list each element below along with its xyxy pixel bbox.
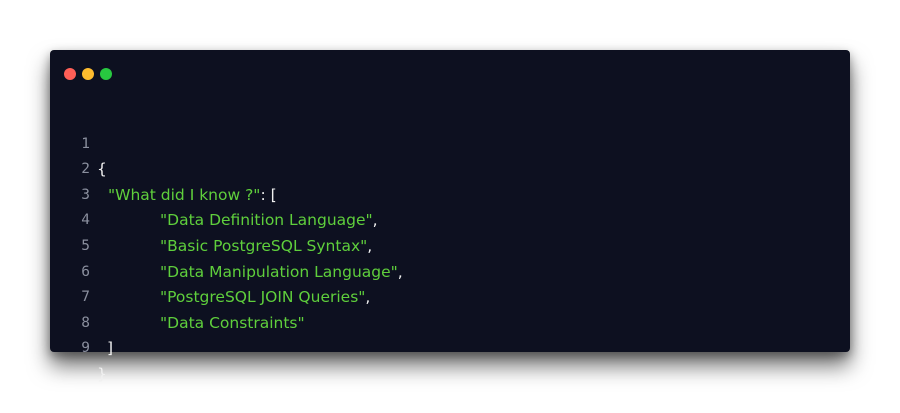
minimize-window-button[interactable]	[82, 68, 94, 80]
close-window-button[interactable]	[64, 68, 76, 80]
code-line: 7 "Data Constraints"	[50, 260, 850, 332]
code-line: 2 "What did I know ?": [	[50, 132, 850, 204]
close-bracket: ]	[107, 339, 114, 358]
maximize-window-button[interactable]	[100, 68, 112, 80]
code-line: 6 "PostgreSQL JOIN Queries",	[50, 234, 850, 307]
code-line: 1 {	[50, 106, 850, 179]
code-line: 9 }	[50, 311, 850, 383]
code-line: 8 ]	[50, 285, 850, 358]
window-titlebar	[50, 50, 850, 96]
code-editor: 1 { 2 "What did I know ?": [ 3 "Data Def…	[50, 106, 850, 383]
code-line: 4 "Basic PostgreSQL Syntax",	[50, 183, 850, 255]
code-line: 5 "Data Manipulation Language",	[50, 208, 850, 281]
code-line: 3 "Data Definition Language",	[50, 157, 850, 230]
code-window: 1 { 2 "What did I know ?": [ 3 "Data Def…	[50, 50, 850, 383]
close-brace: }	[97, 364, 107, 383]
line-number: 9	[81, 340, 90, 357]
